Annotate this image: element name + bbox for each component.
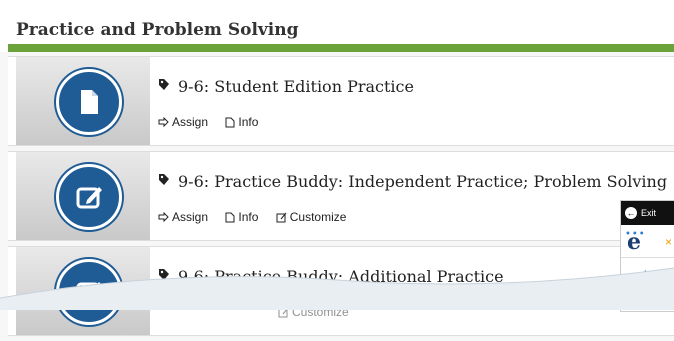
section-divider [8,44,674,52]
exit-label: Exit [641,208,657,218]
tag-icon [158,77,172,96]
assign-label: Assign [172,210,209,224]
list-item: 9-6: Practice Buddy: Independent Practic… [8,151,674,241]
assign-label: Assign [172,115,209,129]
info-label: Info [238,115,259,129]
resource-title[interactable]: 9-6: Practice Buddy: Independent Practic… [158,172,667,191]
assign-button[interactable]: Assign [158,210,208,224]
section-title: Practice and Problem Solving [16,20,299,40]
list-item: 9-6: Student Edition Practice Assign Inf… [8,56,674,146]
info-icon [225,117,235,127]
customize-label: Customize [289,210,347,224]
document-icon [56,69,122,135]
action-bar: Assign Info [158,115,272,131]
edit-icon [56,164,122,230]
resource-title[interactable]: 9-6: Student Edition Practice [158,77,414,96]
exit-button[interactable]: ← Exit [621,201,674,225]
tag-icon [158,172,172,191]
e-logo: e [627,229,641,255]
info-label: Info [238,210,259,224]
thumbnail[interactable] [16,152,150,240]
assign-icon [158,116,169,127]
resource-title-text: 9-6: Practice Buddy: Independent Practic… [178,172,668,191]
info-button[interactable]: Info [225,115,258,129]
thumbnail[interactable] [16,57,150,145]
customize-button[interactable]: Customize [276,210,347,224]
info-button[interactable]: Info [225,210,258,224]
assign-icon [158,211,169,222]
info-icon [225,212,235,222]
assign-button[interactable]: Assign [158,115,208,129]
page-curl-decoration [0,267,674,310]
resource-title-text: 9-6: Student Edition Practice [178,77,414,96]
customize-icon [276,212,287,222]
action-bar: Assign Info Customize [158,210,360,226]
back-arrow-icon: ← [625,207,637,219]
close-icon[interactable]: × [665,235,672,249]
